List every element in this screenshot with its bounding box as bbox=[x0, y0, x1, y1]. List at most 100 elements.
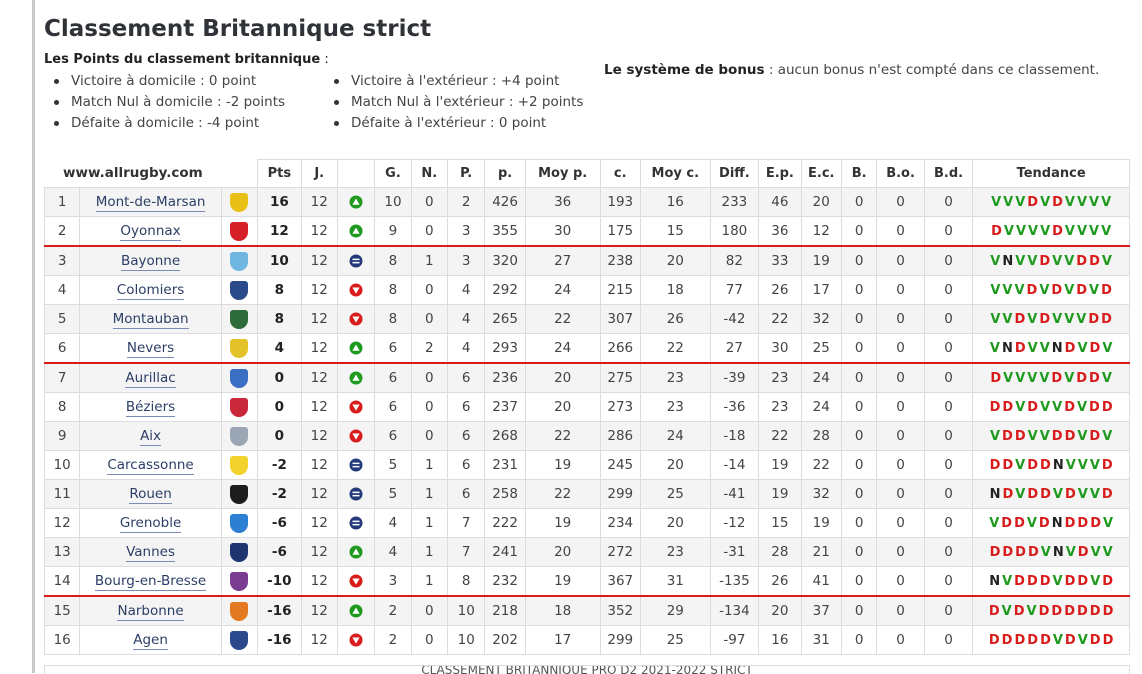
pts-cell: 10 bbox=[257, 245, 302, 276]
away-points-list: Victoire à l'extérieur : +4 point Match … bbox=[324, 71, 583, 134]
move-cell bbox=[336, 566, 376, 597]
header-tendance: Tendance bbox=[972, 159, 1130, 188]
header-b[interactable]: B. bbox=[840, 159, 878, 188]
trend-result: V bbox=[1076, 312, 1087, 327]
ec-cell: 19 bbox=[800, 245, 842, 276]
team-link[interactable]: Agen bbox=[133, 632, 168, 650]
diff-cell: -42 bbox=[709, 304, 760, 334]
trend-result: D bbox=[1101, 312, 1112, 327]
ec-cell: 22 bbox=[800, 450, 842, 480]
p-cell: 10 bbox=[447, 625, 486, 655]
ep-cell: 23 bbox=[758, 362, 802, 393]
header-c[interactable]: c. bbox=[599, 159, 641, 188]
trend-result: D bbox=[1027, 633, 1039, 648]
trend-result: D bbox=[1101, 283, 1112, 298]
team-link[interactable]: Colomiers bbox=[116, 282, 185, 300]
move-cell bbox=[336, 187, 376, 217]
trend-result: D bbox=[1077, 516, 1089, 531]
trend-result: V bbox=[1077, 487, 1088, 502]
pp-cell: 241 bbox=[484, 537, 526, 567]
team-logo-icon bbox=[230, 338, 249, 358]
trend-cell: DVVVVDVDDV bbox=[972, 362, 1130, 393]
team-link[interactable]: Mont-de-Marsan bbox=[95, 194, 206, 212]
bd-cell: 0 bbox=[923, 479, 974, 509]
table-row: 9 Aix 0 12 6 0 6 268 22 286 24 -18 22 28 0 0 0 V D D V V D D V D V bbox=[43, 421, 1130, 451]
header-pp[interactable]: p. bbox=[484, 159, 526, 188]
header-j[interactable]: J. bbox=[300, 159, 338, 188]
rank-cell: 1 bbox=[43, 187, 81, 217]
trend-result: N bbox=[1002, 254, 1014, 269]
move-cell bbox=[336, 479, 376, 509]
header-g[interactable]: G. bbox=[374, 159, 412, 188]
team-link[interactable]: Rouen bbox=[129, 486, 172, 504]
trend-result: V bbox=[990, 283, 1001, 298]
header-ep[interactable]: E.p. bbox=[758, 159, 802, 188]
c-cell: 286 bbox=[599, 421, 641, 451]
c-cell: 175 bbox=[599, 216, 641, 247]
header-bd[interactable]: B.d. bbox=[923, 159, 974, 188]
standings-body: 1 Mont-de-Marsan 16 12 10 0 2 426 36 193 16 233 46 20… bbox=[43, 187, 1130, 655]
g-cell: 10 bbox=[374, 187, 412, 217]
trend-result: D bbox=[1089, 254, 1100, 269]
away-loss-points: Défaite à l'extérieur : 0 point bbox=[324, 113, 583, 134]
team-link[interactable]: Aix bbox=[140, 428, 162, 446]
team-link[interactable]: Narbonne bbox=[117, 603, 184, 621]
trend-result: D bbox=[1101, 458, 1113, 473]
trend-result: V bbox=[1077, 458, 1088, 473]
pp-cell: 265 bbox=[484, 304, 526, 334]
team-cell: Mont-de-Marsan bbox=[79, 187, 222, 217]
team-link[interactable]: Vannes bbox=[126, 544, 176, 562]
team-link[interactable]: Montauban bbox=[112, 311, 189, 329]
rank-cell: 14 bbox=[43, 566, 81, 597]
bd-cell: 0 bbox=[923, 421, 974, 451]
trend-result: V bbox=[1089, 487, 1100, 502]
trend-result: D bbox=[1089, 371, 1100, 386]
diff-cell: -31 bbox=[709, 537, 760, 567]
table-row: 16 Agen -16 12 2 0 10 202 17 299 25 -97 16 31 0 0 0 D D D D D… bbox=[43, 625, 1130, 655]
header-moyp[interactable]: Moy p. bbox=[524, 159, 601, 188]
ec-cell: 12 bbox=[800, 216, 842, 247]
bd-cell: 0 bbox=[923, 450, 974, 480]
team-link[interactable]: Oyonnax bbox=[120, 223, 181, 241]
table-row: 7 Aurillac 0 12 6 0 6 236 20 275 23 -39 23 24 0 0 0 D V V V V… bbox=[43, 362, 1130, 393]
header-pts[interactable]: Pts bbox=[257, 159, 302, 188]
team-link[interactable]: Bayonne bbox=[120, 253, 181, 271]
header-p[interactable]: P. bbox=[447, 159, 486, 188]
team-link[interactable]: Grenoble bbox=[119, 515, 182, 533]
trend-result: D bbox=[1064, 604, 1075, 619]
header-ec[interactable]: E.c. bbox=[800, 159, 842, 188]
c-cell: 307 bbox=[599, 304, 641, 334]
team-logo-icon bbox=[230, 571, 249, 591]
rank-cell: 11 bbox=[43, 479, 81, 509]
trend-result: D bbox=[991, 224, 1002, 239]
pts-cell: -2 bbox=[257, 450, 302, 480]
pts-cell: 16 bbox=[257, 187, 302, 217]
g-cell: 2 bbox=[374, 595, 412, 626]
team-link[interactable]: Aurillac bbox=[125, 370, 176, 388]
header-diff[interactable]: Diff. bbox=[709, 159, 760, 188]
bd-cell: 0 bbox=[923, 566, 974, 597]
header-bo[interactable]: B.o. bbox=[876, 159, 925, 188]
header-moyc[interactable]: Moy c. bbox=[639, 159, 711, 188]
pp-cell: 268 bbox=[484, 421, 526, 451]
team-link[interactable]: Nevers bbox=[126, 340, 175, 358]
bo-cell: 0 bbox=[876, 566, 925, 597]
team-logo-icon bbox=[230, 221, 249, 241]
header-n[interactable]: N. bbox=[410, 159, 449, 188]
team-link[interactable]: Bourg-en-Bresse bbox=[94, 573, 207, 591]
trend-result: V bbox=[989, 341, 1000, 356]
trend-result: D bbox=[1026, 283, 1038, 298]
rank-cell: 9 bbox=[43, 421, 81, 451]
logo-cell bbox=[220, 421, 259, 451]
bd-cell: 0 bbox=[923, 333, 974, 364]
c-cell: 272 bbox=[599, 537, 641, 567]
played-cell: 12 bbox=[300, 275, 338, 305]
team-link[interactable]: Béziers bbox=[125, 399, 176, 417]
trend-result: D bbox=[1002, 545, 1014, 560]
home-points-list: Victoire à domicile : 0 point Match Nul … bbox=[44, 71, 285, 134]
pp-cell: 355 bbox=[484, 216, 526, 247]
moyc-cell: 16 bbox=[639, 187, 711, 217]
team-link[interactable]: Carcassonne bbox=[107, 457, 194, 475]
p-cell: 7 bbox=[447, 537, 486, 567]
table-row: 5 Montauban 8 12 8 0 4 265 22 307 26 -42 22 32 0 0 0 V V D V… bbox=[43, 304, 1130, 334]
